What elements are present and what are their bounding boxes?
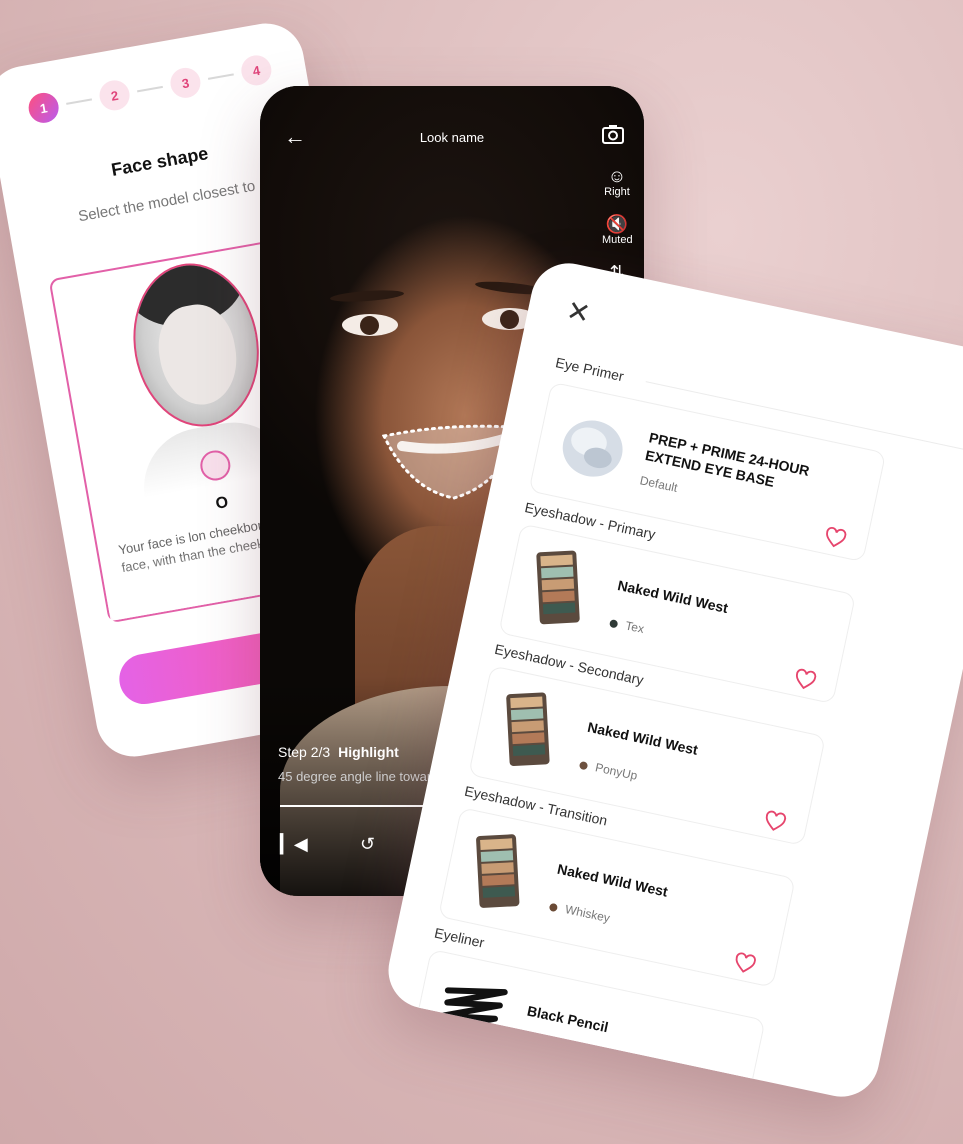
heart-icon[interactable] (702, 1092, 728, 1104)
section-label-mascara: Mascara (402, 1068, 459, 1096)
shade-swatch (578, 760, 589, 771)
palette-image (506, 692, 550, 767)
heart-icon[interactable] (822, 525, 848, 551)
section-label-eyeliner: Eyeliner (432, 924, 486, 951)
step-connector (66, 98, 93, 105)
product-card-eyeshadow-secondary[interactable]: Naked Wild West PonyUp (468, 665, 826, 846)
palette-image (476, 834, 520, 908)
camera-icon[interactable] (602, 124, 624, 150)
model-photo (120, 253, 272, 437)
previous-step-icon[interactable]: ▎◀ (280, 834, 308, 855)
product-card-eyeshadow-transition[interactable]: Naked Wild West Whiskey (437, 807, 796, 988)
face-side-label: Right (604, 186, 630, 198)
mute-toggle[interactable]: 🔇 Muted (602, 214, 633, 246)
stepper: 1 2 3 4 (26, 52, 274, 126)
heart-icon[interactable] (732, 950, 758, 976)
shade-swatch (608, 618, 619, 629)
heart-icon[interactable] (792, 667, 818, 693)
eye-primer-image (562, 420, 623, 477)
section-label-eye-primer: Eye Primer (554, 354, 626, 385)
product-card-eye-primer[interactable]: PREP + PRIME 24-HOUR EXTEND EYE BASE Def… (528, 381, 887, 563)
heart-icon[interactable] (762, 809, 788, 835)
step-connector (207, 73, 234, 80)
shade-swatch (518, 1044, 529, 1054)
step-name: Highlight (338, 744, 399, 760)
left-brow (329, 288, 405, 304)
step-1[interactable]: 1 (26, 90, 62, 126)
face-side-toggle[interactable]: ☺ Right (602, 166, 632, 198)
product-name: Naked Wild West (616, 576, 730, 617)
step-count: Step 2/3 (278, 744, 331, 760)
product-shade: Default (638, 473, 679, 495)
close-icon[interactable]: ✕ (564, 294, 594, 331)
left-eye (342, 314, 398, 336)
step-3[interactable]: 3 (168, 65, 203, 101)
palette-image (536, 550, 580, 625)
product-card-eyeshadow-primary[interactable]: Naked Wild West Tex (498, 523, 857, 705)
product-shade: Whiskey (548, 899, 611, 925)
step-2[interactable]: 2 (97, 77, 132, 113)
step-indicator: Step 2/3 Highlight (278, 744, 399, 760)
product-name: PREP + PRIME 24-HOUR EXTEND EYE BASE (643, 429, 811, 490)
product-name: Black Pencil (525, 1002, 610, 1036)
eyeliner-swatch-image (439, 987, 508, 1035)
face-icon: ☺ (607, 166, 627, 186)
look-name: Look name (419, 130, 485, 145)
step-4[interactable]: 4 (238, 52, 274, 88)
replay-icon[interactable]: ↺ (360, 834, 375, 855)
product-shade: PonyUp (578, 757, 639, 783)
shade-swatch (548, 902, 559, 913)
muted-icon: 🔇 (605, 214, 629, 234)
product-shade: Black (518, 1041, 565, 1064)
product-shade: Tex (608, 615, 645, 636)
step-connector (137, 85, 163, 93)
mute-label: Muted (602, 234, 633, 246)
